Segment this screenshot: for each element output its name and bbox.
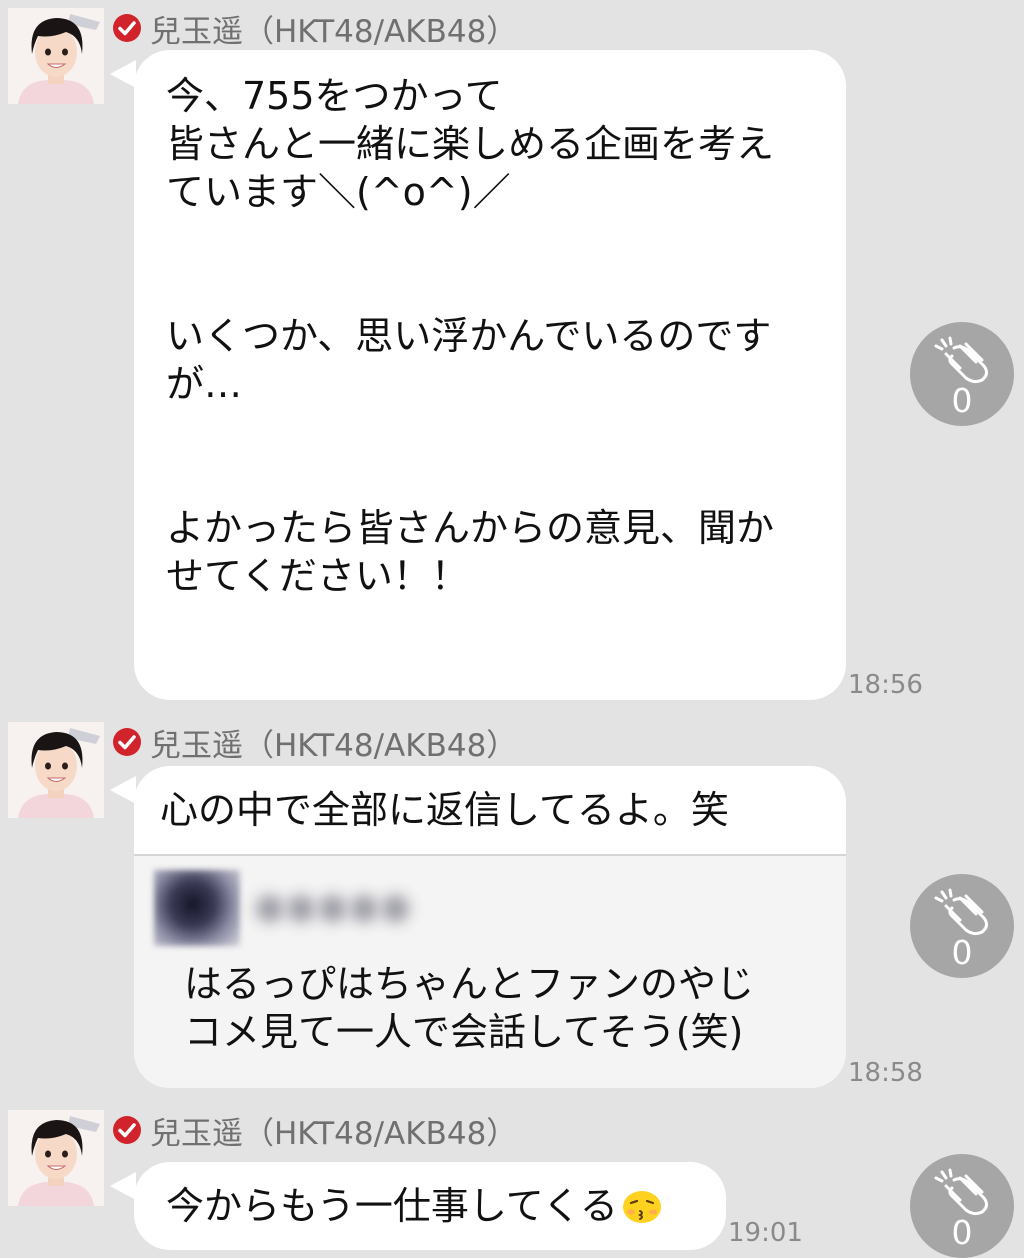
message-time: 18:58	[848, 1058, 923, 1088]
quoted-user-avatar-blurred	[154, 870, 240, 946]
bubble-tail	[110, 776, 136, 804]
message-text: 今、755をつかって 皆さんと一緒に楽しめる企画を考え ています＼(^o^)／ …	[166, 74, 775, 598]
sender-name-row: 兒玉遥（HKT48/AKB48）	[112, 1108, 517, 1153]
message-text-row: 今からもう一仕事してくる	[166, 1182, 662, 1230]
message-text: 今からもう一仕事してくる	[166, 1184, 618, 1228]
sender-avatar[interactable]	[8, 722, 104, 818]
verified-check-icon	[112, 727, 142, 757]
verified-check-icon	[112, 1115, 142, 1145]
sender-avatar[interactable]	[8, 1110, 104, 1206]
clap-count: 0	[951, 1213, 973, 1252]
clap-count: 0	[951, 933, 973, 972]
message-time: 19:01	[728, 1218, 803, 1248]
clap-count: 0	[951, 381, 973, 420]
sender-name[interactable]: 兒玉遥（HKT48/AKB48）	[150, 1108, 517, 1153]
bubble-tail	[110, 60, 136, 88]
message-text: 心の中で全部に返信してるよ。笑	[160, 788, 729, 832]
clap-button[interactable]: 0	[910, 322, 1014, 426]
bubble-tail	[110, 1172, 136, 1200]
quoted-comment-text: はるっぴはちゃんとファンのやじ コメ見て一人で会話してそう(笑)	[184, 962, 755, 1054]
clap-icon	[932, 336, 994, 384]
message-bubble[interactable]: 今、755をつかって 皆さんと一緒に楽しめる企画を考え ています＼(^o^)／ …	[134, 50, 846, 700]
kissing-face-emoji-icon	[622, 1185, 662, 1225]
quoted-comment[interactable]: ●●●●● はるっぴはちゃんとファンのやじ コメ見て一人で会話してそう(笑)	[134, 854, 846, 1088]
sender-name[interactable]: 兒玉遥（HKT48/AKB48）	[150, 720, 517, 765]
message-bubble[interactable]: 心の中で全部に返信してるよ。笑 ●●●●● はるっぴはちゃんとファンのやじ コメ…	[134, 766, 846, 1088]
clap-button[interactable]: 0	[910, 874, 1014, 978]
message-time: 18:56	[848, 670, 923, 700]
sender-avatar[interactable]	[8, 8, 104, 104]
sender-name-row: 兒玉遥（HKT48/AKB48）	[112, 6, 517, 51]
clap-button[interactable]: 0	[910, 1154, 1014, 1258]
quoted-user-name-blurred: ●●●●●	[254, 886, 412, 927]
message-bubble[interactable]: 今からもう一仕事してくる	[134, 1162, 726, 1250]
sender-name-row: 兒玉遥（HKT48/AKB48）	[112, 720, 517, 765]
verified-check-icon	[112, 13, 142, 43]
clap-icon	[932, 888, 994, 936]
clap-icon	[932, 1168, 994, 1216]
sender-name[interactable]: 兒玉遥（HKT48/AKB48）	[150, 6, 517, 51]
